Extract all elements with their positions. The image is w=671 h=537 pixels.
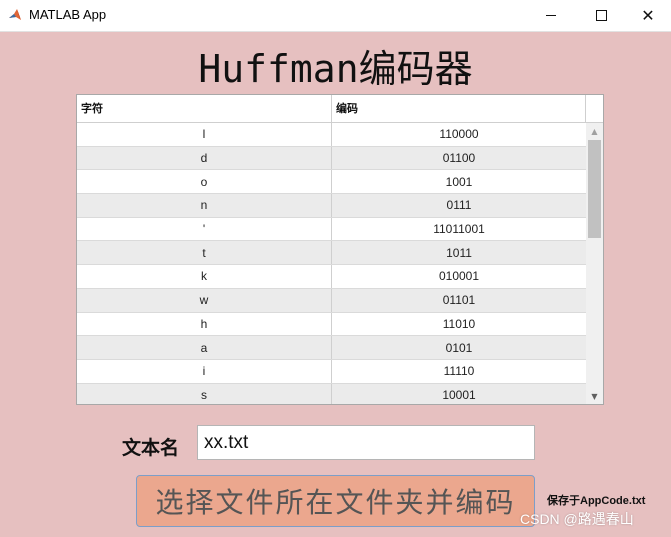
cell-code: 1001 <box>445 174 473 189</box>
table-row[interactable]: ' 11011001 <box>77 217 586 242</box>
page-title: Huffman编码器 <box>198 47 473 91</box>
table-row[interactable]: d 01100 <box>77 146 586 171</box>
cell-code: 10001 <box>442 387 476 402</box>
table-row[interactable]: i 11110 <box>77 359 586 384</box>
scroll-up-arrow-icon[interactable]: ▲ <box>586 123 603 140</box>
scroll-thumb[interactable] <box>588 140 601 238</box>
minimize-button[interactable] <box>528 0 574 31</box>
matlab-logo-icon <box>9 9 21 20</box>
cell-char: w <box>77 288 332 312</box>
vertical-scrollbar[interactable]: ▲ ▼ <box>586 123 603 404</box>
cell-char: k <box>77 265 332 288</box>
table-header: 字符 编码 <box>77 95 603 123</box>
table-row[interactable]: t 1011 <box>77 241 586 266</box>
cell-char: o <box>77 170 332 194</box>
cell-code: 01101 <box>442 293 476 308</box>
table-row[interactable]: o 1001 <box>77 170 586 195</box>
cell-code: 0111 <box>446 198 472 213</box>
cell-code: 110000 <box>439 127 479 142</box>
table-row[interactable]: n 0111 <box>77 194 586 218</box>
table-row[interactable]: w 01101 <box>77 288 586 313</box>
cell-code: 010001 <box>438 269 480 284</box>
table-row[interactable]: s 10001 <box>77 383 586 404</box>
cell-code: 11010 <box>442 316 476 331</box>
minimize-icon <box>546 15 556 16</box>
column-header-spacer <box>586 95 603 122</box>
close-icon: ✕ <box>641 5 655 25</box>
cell-code: 11011001 <box>433 222 485 237</box>
table-body: l 110000 d 01100 o 1001 n 0111 ' 11011001 t 1011 k 01… <box>77 123 586 404</box>
cell-code: 0101 <box>445 340 473 355</box>
table-row[interactable]: k 010001 <box>77 265 586 289</box>
maximize-icon <box>595 10 607 21</box>
cell-char: n <box>77 194 332 217</box>
scroll-down-arrow-icon[interactable]: ▼ <box>586 388 603 404</box>
code-table[interactable]: 字符 编码 l 110000 d 01100 o 1001 n 0111 ' 11011001 t 1… <box>76 94 604 405</box>
column-header-code[interactable]: 编码 <box>332 95 586 122</box>
watermark: CSDN @路遇春山 <box>520 511 634 527</box>
column-header-char[interactable]: 字符 <box>77 95 332 122</box>
file-name-label: 文本名 <box>122 437 180 459</box>
cell-char: ' <box>77 217 332 241</box>
save-location-note: 保存于AppCode.txt <box>547 495 646 507</box>
cell-char: s <box>77 383 332 404</box>
title-bar: MATLAB App ✕ <box>0 0 671 32</box>
close-button[interactable]: ✕ <box>625 0 671 31</box>
cell-char: h <box>77 312 332 336</box>
cell-char: i <box>77 359 332 383</box>
cell-char: d <box>77 146 332 170</box>
window-title: MATLAB App <box>29 7 107 22</box>
table-row[interactable]: h 11010 <box>77 312 586 337</box>
maximize-button[interactable] <box>578 0 624 31</box>
cell-code: 11110 <box>443 364 475 379</box>
table-row[interactable]: a 0101 <box>77 336 586 360</box>
file-name-input[interactable] <box>197 425 535 460</box>
table-row[interactable]: l 110000 <box>77 123 586 147</box>
cell-code: 1011 <box>446 245 472 260</box>
cell-char: l <box>77 123 332 146</box>
cell-char: t <box>77 241 332 265</box>
cell-char: a <box>77 336 332 359</box>
cell-code: 01100 <box>442 151 476 166</box>
select-folder-encode-button[interactable]: 选择文件所在文件夹并编码 <box>136 475 535 527</box>
